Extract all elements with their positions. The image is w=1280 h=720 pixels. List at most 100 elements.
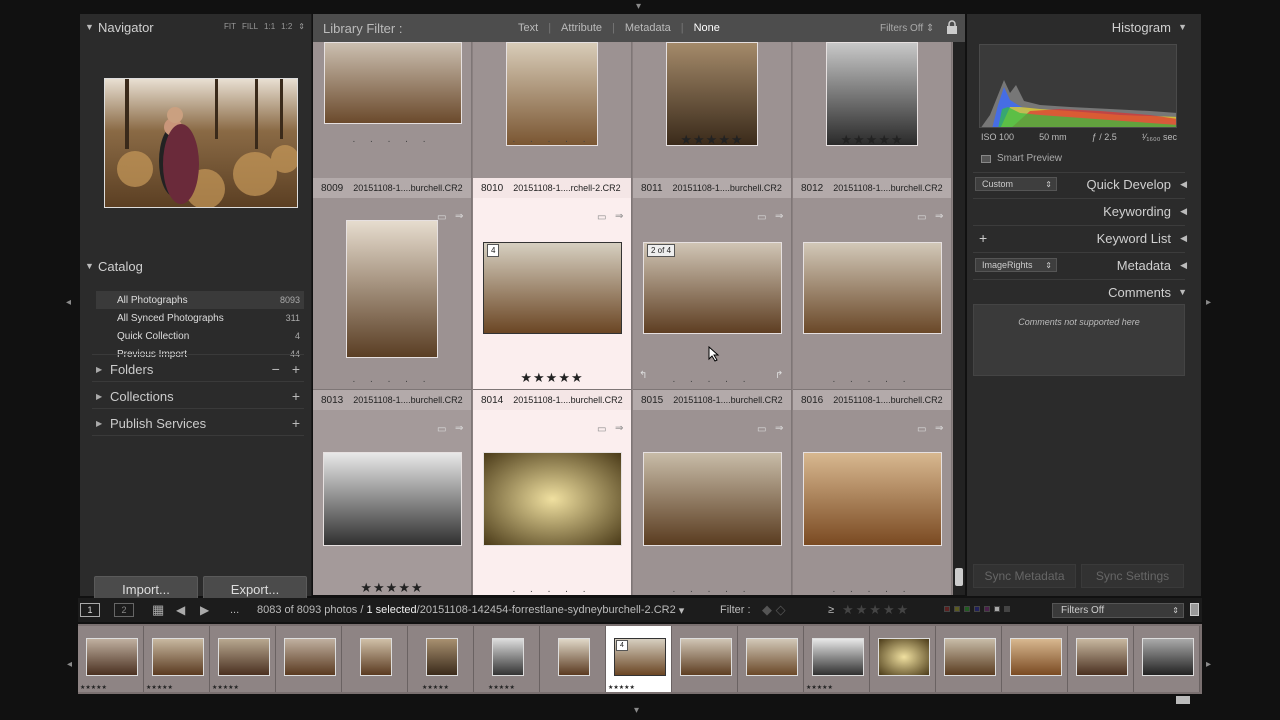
zoom-fit-button[interactable]: FIT bbox=[224, 22, 236, 31]
filmstrip-thumbnail[interactable] bbox=[152, 638, 204, 676]
filmstrip-cell[interactable] bbox=[738, 626, 804, 692]
rotate-icon[interactable]: ⇒ bbox=[455, 211, 463, 222]
filmstrip-cell[interactable] bbox=[276, 626, 342, 692]
folders-header[interactable]: ▶ Folders − + bbox=[92, 356, 304, 382]
filmstrip-thumbnail[interactable] bbox=[284, 638, 336, 676]
rating-dots[interactable]: . . . . . bbox=[313, 374, 471, 385]
sync-settings-button[interactable]: Sync Settings bbox=[1081, 564, 1184, 588]
filmstrip-cell[interactable] bbox=[936, 626, 1002, 692]
filmstrip-thumbnail[interactable] bbox=[878, 638, 930, 676]
grid-scrollbar[interactable] bbox=[953, 42, 965, 595]
publish-services-header[interactable]: ▶ Publish Services + bbox=[92, 410, 304, 436]
filmstrip-cell[interactable] bbox=[672, 626, 738, 692]
filmstrip-cell[interactable] bbox=[1002, 626, 1068, 692]
previous-arrow-icon[interactable]: ◀ bbox=[176, 603, 185, 617]
photo-thumbnail[interactable] bbox=[826, 42, 918, 146]
photo-thumbnail[interactable] bbox=[483, 242, 622, 334]
rating-stars[interactable]: ★★★★★ bbox=[473, 370, 631, 386]
grid-cell-selected[interactable]: 8010 20151108-1....rchell-2.CR2 ▭ ⇒ 4 ★★★… bbox=[473, 178, 632, 390]
rating-dots[interactable]: . . . . . bbox=[793, 374, 951, 385]
photo-thumbnail[interactable] bbox=[803, 242, 942, 334]
comments-header[interactable]: Comments ▼ bbox=[973, 279, 1191, 305]
lock-icon[interactable] bbox=[946, 20, 958, 34]
filter-attribute-tab[interactable]: Attribute bbox=[561, 22, 602, 34]
rotate-icon[interactable]: ⇒ bbox=[615, 211, 623, 222]
filmstrip-cell[interactable] bbox=[870, 626, 936, 692]
rating-filter-stars[interactable]: ★★★★★ bbox=[842, 602, 910, 618]
filmstrip-thumbnail[interactable] bbox=[360, 638, 392, 676]
rotate-icon[interactable]: ⇒ bbox=[455, 423, 463, 434]
grid-cell[interactable]: 8016 20151108-1....burchell.CR2 ▭ ⇒ . . .… bbox=[793, 390, 952, 595]
grid-cell[interactable]: 8014 20151108-1....burchell.CR2 ▭ ⇒ . . .… bbox=[473, 390, 632, 595]
grid-cell[interactable]: 8015 20151108-1....burchell.CR2 ▭ ⇒ . . .… bbox=[633, 390, 792, 595]
photo-thumbnail[interactable] bbox=[346, 220, 438, 358]
plus-icon[interactable]: + bbox=[979, 230, 987, 246]
left-panel-toggle-icon[interactable]: ◂ bbox=[66, 298, 71, 308]
catalog-header[interactable]: ▼ Catalog bbox=[80, 253, 311, 279]
filmstrip-left-arrow-icon[interactable]: ◂ bbox=[67, 660, 72, 670]
grid-cell[interactable]: ★★★★★ bbox=[633, 42, 792, 184]
filmstrip-thumbnail[interactable] bbox=[86, 638, 138, 676]
rating-dots[interactable]: . . . . . bbox=[633, 374, 791, 385]
flag-icon[interactable]: ▭ bbox=[437, 212, 446, 223]
flag-icon[interactable]: ▭ bbox=[917, 424, 926, 435]
filmstrip-cell[interactable]: ★★★★★ bbox=[144, 626, 210, 692]
photo-thumbnail[interactable] bbox=[506, 42, 598, 146]
filmstrip-thumbnail[interactable] bbox=[746, 638, 798, 676]
rotate-icon[interactable]: ⇒ bbox=[935, 423, 943, 434]
stack-count-badge[interactable]: 4 bbox=[616, 640, 628, 651]
photo-thumbnail[interactable] bbox=[666, 42, 758, 146]
zoom-1to2-button[interactable]: 1:2 bbox=[281, 22, 292, 31]
filter-lock-icon[interactable] bbox=[1190, 603, 1199, 616]
filmstrip-cell[interactable]: ★★★★★ bbox=[408, 626, 474, 692]
plus-icon[interactable]: + bbox=[292, 415, 300, 431]
filmstrip-cell[interactable]: ★★★★★ bbox=[474, 626, 540, 692]
filmstrip-thumbnail[interactable] bbox=[492, 638, 524, 676]
rating-dots[interactable]: . . . . . bbox=[633, 584, 791, 595]
flag-filter-icons[interactable]: ◆ ◇ bbox=[762, 602, 786, 618]
filmstrip-thumbnail[interactable] bbox=[218, 638, 270, 676]
filmstrip-right-arrow-icon[interactable]: ▸ bbox=[1206, 660, 1211, 670]
smart-preview-status[interactable]: Smart Preview bbox=[981, 153, 1062, 164]
flag-icon[interactable]: ▭ bbox=[597, 212, 606, 223]
grid-cell[interactable]: 8012 20151108-1....burchell.CR2 ▭ ⇒ . . .… bbox=[793, 178, 952, 390]
rating-comparator[interactable]: ≥ bbox=[828, 604, 834, 616]
zoom-stepper-icon[interactable]: ⇕ bbox=[298, 22, 305, 31]
flag-icon[interactable]: ▭ bbox=[757, 212, 766, 223]
zoom-fill-button[interactable]: FILL bbox=[242, 22, 258, 31]
filmstrip-cell[interactable] bbox=[1134, 626, 1200, 692]
filmstrip-filter-select[interactable]: Filters Off ⇕ bbox=[1052, 603, 1184, 618]
photo-thumbnail[interactable] bbox=[483, 452, 622, 546]
rating-stars[interactable]: ★★★★★ bbox=[313, 580, 471, 595]
keyword-list-header[interactable]: + Keyword List ◀ bbox=[973, 225, 1191, 251]
filmstrip-thumbnail[interactable] bbox=[1076, 638, 1128, 676]
navigator-header[interactable]: ▼ Navigator FIT FILL 1:1 1:2 ⇕ bbox=[80, 14, 311, 40]
rating-stars[interactable]: ★★★★★ bbox=[633, 132, 791, 148]
photo-count[interactable]: 8083 of 8093 photos / 1 selected /201511… bbox=[257, 604, 684, 617]
filmstrip-cell[interactable] bbox=[540, 626, 606, 692]
filmstrip-cell-selected[interactable]: 4 ★★★★★ bbox=[606, 626, 672, 692]
flag-icon[interactable]: ▭ bbox=[437, 424, 446, 435]
rotate-right-icon[interactable]: ↱ bbox=[775, 370, 783, 381]
rotate-icon[interactable]: ⇒ bbox=[775, 423, 783, 434]
stack-count-badge[interactable]: 2 of 4 bbox=[647, 244, 676, 257]
quick-develop-header[interactable]: Quick Develop ◀ bbox=[973, 171, 1191, 197]
rating-stars[interactable]: ★★★★★ bbox=[793, 132, 951, 148]
grid-cell[interactable]: . . . . . bbox=[473, 42, 632, 184]
filmstrip-thumbnail[interactable] bbox=[944, 638, 996, 676]
flag-icon[interactable]: ▭ bbox=[917, 212, 926, 223]
plus-icon[interactable]: + bbox=[292, 361, 300, 377]
photo-thumbnail[interactable] bbox=[803, 452, 942, 546]
main-window-button[interactable]: 1 bbox=[80, 603, 100, 617]
zoom-1to1-button[interactable]: 1:1 bbox=[264, 22, 275, 31]
right-panel-toggle-icon[interactable]: ▸ bbox=[1206, 298, 1211, 308]
rotate-icon[interactable]: ⇒ bbox=[775, 211, 783, 222]
filmstrip-cell[interactable] bbox=[342, 626, 408, 692]
rating-dots[interactable]: . . . . . bbox=[793, 584, 951, 595]
minus-icon[interactable]: − bbox=[272, 361, 280, 377]
next-arrow-icon[interactable]: ▶ bbox=[200, 603, 209, 617]
filmstrip-thumbnail[interactable] bbox=[1010, 638, 1062, 676]
grid-cell[interactable]: . . . . . bbox=[313, 42, 472, 184]
plus-icon[interactable]: + bbox=[292, 388, 300, 404]
filmstrip-cell[interactable]: ★★★★★ bbox=[78, 626, 144, 692]
